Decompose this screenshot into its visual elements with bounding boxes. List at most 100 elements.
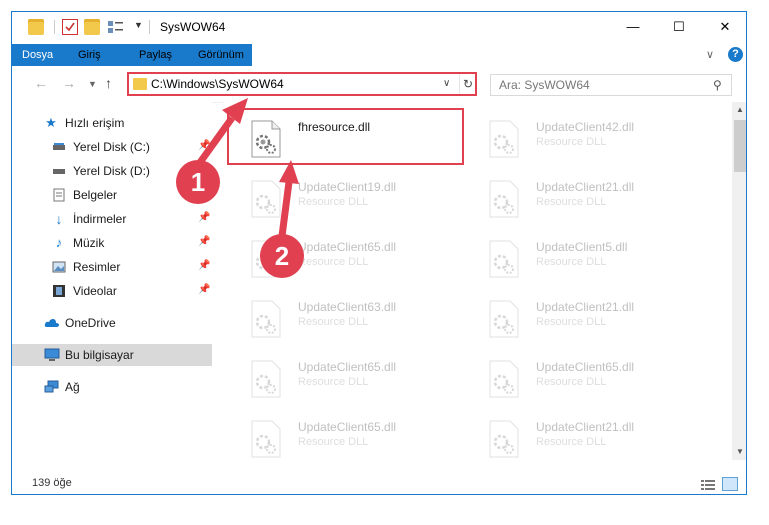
search-input[interactable]: Ara: SysWOW64 ⚲ (490, 74, 732, 96)
tiles-view-icon[interactable] (722, 477, 738, 491)
tab-home[interactable]: Giriş (68, 44, 111, 66)
file-type: Resource DLL (536, 316, 607, 328)
address-bar[interactable]: C:\Windows\SysWOW64 ∨ ↻ (127, 72, 477, 96)
tab-share[interactable]: Paylaş (129, 44, 182, 66)
close-button[interactable]: ✕ (702, 12, 746, 42)
file-type: Resource DLL (536, 436, 607, 448)
cloud-icon (44, 316, 59, 330)
scroll-down-icon[interactable]: ▼ (732, 444, 746, 460)
file-item[interactable]: UpdateClient19.dll Resource DLL (236, 172, 456, 222)
file-highlight-box (227, 108, 464, 165)
file-type: Resource DLL (536, 196, 607, 208)
navigation-pane: ★ Hızlı erişim Yerel Disk (C:) 📌 Yerel D… (12, 102, 212, 460)
drive-icon (52, 140, 66, 154)
sidebar-item-local-disk-c[interactable]: Yerel Disk (C:) 📌 (12, 136, 212, 158)
music-icon: ♪ (55, 235, 63, 250)
explorer-window: ▼ SysWOW64 — ☐ ✕ Dosya Giriş Paylaş Görü… (11, 11, 747, 495)
item-count: 139 öğe (32, 477, 72, 489)
scroll-thumb[interactable] (734, 120, 746, 172)
file-name: UpdateClient21.dll (536, 420, 635, 434)
sidebar-item-network[interactable]: Ağ (12, 376, 212, 398)
dll-gear-icon (488, 120, 520, 158)
file-name: UpdateClient65.dll (298, 240, 397, 254)
forward-arrow-icon[interactable]: → (62, 75, 76, 91)
tab-view[interactable]: Görünüm (188, 44, 254, 66)
file-item[interactable]: UpdateClient21.dll Resource DLL (474, 412, 694, 462)
file-item[interactable]: UpdateClient65.dll Resource DLL (236, 352, 456, 402)
file-item[interactable]: UpdateClient21.dll Resource DLL (474, 172, 694, 222)
file-item[interactable]: UpdateClient21.dll Resource DLL (474, 292, 694, 342)
pictures-icon (52, 260, 66, 274)
pin-icon[interactable]: 📌 (198, 212, 210, 223)
file-name: UpdateClient5.dll (536, 240, 628, 254)
back-arrow-icon[interactable]: ← (34, 75, 48, 91)
chevron-down-icon[interactable]: ▼ (134, 20, 143, 30)
separator (149, 20, 150, 34)
ribbon-tabs: Dosya Giriş Paylaş Görünüm ∨ ? (12, 44, 746, 94)
file-item[interactable]: UpdateClient63.dll Resource DLL (236, 292, 456, 342)
sidebar-item-downloads[interactable]: ↓ İndirmeler 📌 (12, 208, 212, 230)
download-icon: ↓ (55, 211, 63, 227)
file-item[interactable]: UpdateClient65.dll Resource DLL (236, 412, 456, 462)
star-icon: ★ (45, 115, 57, 130)
file-type: Resource DLL (536, 136, 607, 148)
address-row: ← → ▼ ↑ C:\Windows\SysWOW64 ∨ ↻ Ara: Sys… (12, 66, 746, 103)
status-bar: 139 öğe (12, 474, 746, 494)
file-name: UpdateClient21.dll (536, 180, 635, 194)
folder-icon[interactable] (28, 19, 44, 35)
file-name: UpdateClient63.dll (298, 300, 397, 314)
new-folder-icon[interactable] (84, 19, 100, 35)
search-icon[interactable]: ⚲ (713, 78, 722, 92)
address-path[interactable]: C:\Windows\SysWOW64 (151, 77, 284, 91)
sidebar-item-onedrive[interactable]: OneDrive (12, 312, 212, 334)
title-bar: ▼ SysWOW64 — ☐ ✕ (12, 12, 746, 44)
sidebar-item-this-pc[interactable]: Bu bilgisayar (12, 344, 212, 366)
dll-gear-icon (250, 180, 282, 218)
dll-gear-icon (488, 420, 520, 458)
pin-icon[interactable]: 📌 (198, 236, 210, 247)
file-type: Resource DLL (298, 376, 369, 388)
chevron-down-icon[interactable]: ∨ (443, 78, 450, 89)
callout-2: 2 (260, 234, 304, 278)
properties-icon[interactable] (107, 19, 125, 35)
sidebar-item-videos[interactable]: Videolar 📌 (12, 280, 212, 302)
file-name: UpdateClient65.dll (298, 420, 397, 434)
videos-icon (52, 284, 66, 298)
file-type: Resource DLL (536, 376, 607, 388)
file-name: UpdateClient21.dll (536, 300, 635, 314)
sidebar-item-quick-access[interactable]: ★ Hızlı erişim (12, 112, 212, 134)
file-type: Resource DLL (536, 256, 607, 268)
file-type: Resource DLL (298, 256, 369, 268)
dll-gear-icon (488, 360, 520, 398)
minimize-button[interactable]: — (610, 12, 656, 42)
file-name: UpdateClient65.dll (298, 360, 397, 374)
sidebar-item-music[interactable]: ♪ Müzik 📌 (12, 232, 212, 254)
file-item[interactable]: UpdateClient5.dll Resource DLL (474, 232, 694, 282)
documents-icon (52, 188, 66, 202)
refresh-icon[interactable]: ↻ (459, 74, 476, 94)
file-item[interactable]: UpdateClient42.dll Resource DLL (474, 112, 694, 162)
pin-icon[interactable]: 📌 (198, 140, 210, 151)
maximize-button[interactable]: ☐ (656, 12, 702, 42)
help-icon[interactable]: ? (728, 47, 743, 62)
dll-gear-icon (250, 300, 282, 338)
dll-gear-icon (488, 240, 520, 278)
callout-1: 1 (176, 160, 220, 204)
up-arrow-icon[interactable]: ↑ (105, 75, 112, 91)
file-name: UpdateClient19.dll (298, 180, 397, 194)
file-name: UpdateClient42.dll (536, 120, 635, 134)
details-view-icon[interactable] (700, 478, 716, 492)
dll-gear-icon (488, 300, 520, 338)
scroll-up-icon[interactable]: ▲ (732, 102, 746, 118)
separator (54, 20, 55, 34)
pin-icon[interactable]: 📌 (198, 284, 210, 295)
sidebar-item-pictures[interactable]: Resimler 📌 (12, 256, 212, 278)
pin-icon[interactable]: 📌 (198, 260, 210, 271)
vertical-scrollbar[interactable]: ▲ ▼ (732, 102, 746, 460)
file-name: UpdateClient65.dll (536, 360, 635, 374)
file-item[interactable]: UpdateClient65.dll Resource DLL (474, 352, 694, 402)
dll-gear-icon (488, 180, 520, 218)
expand-ribbon-icon[interactable]: ∨ (706, 48, 714, 61)
recent-locations-chevron-icon[interactable]: ▼ (88, 79, 97, 89)
properties-check-icon[interactable] (62, 19, 78, 35)
